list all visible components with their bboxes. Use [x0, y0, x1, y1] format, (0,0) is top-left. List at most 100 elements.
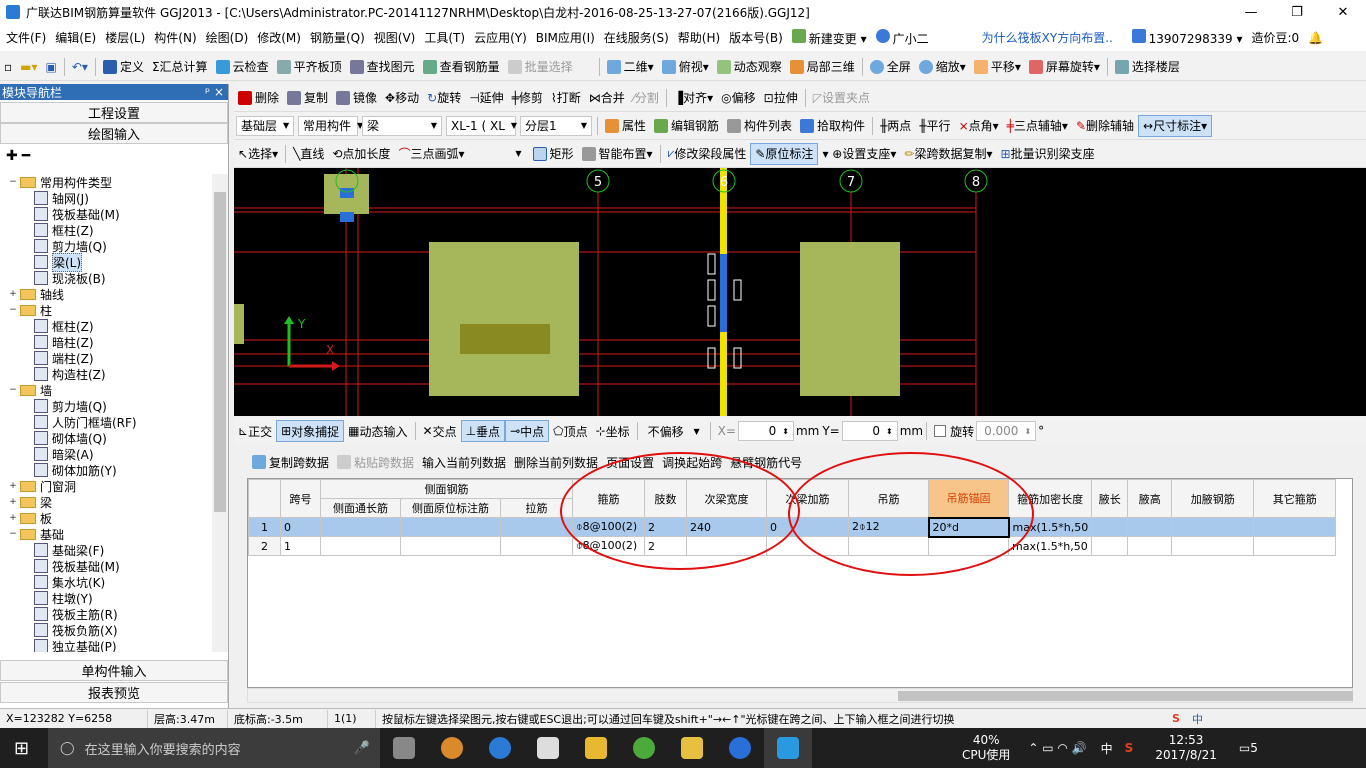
fullscreen-button[interactable]: 全屏 — [866, 56, 915, 78]
cell-haunch-length[interactable] — [1091, 517, 1129, 537]
col-side-through[interactable]: 侧面通长筋 — [320, 498, 401, 518]
section-project-settings[interactable]: 工程设置 — [0, 102, 228, 123]
menu-component[interactable]: 构件(N) — [148, 29, 199, 46]
vertex-snap[interactable]: ⬠ 顶点 — [549, 420, 591, 442]
cloud-check-button[interactable]: 云检查 — [212, 56, 273, 78]
select-floor-button[interactable]: 选择楼层 — [1111, 56, 1184, 78]
floor-select[interactable]: 基础层 ▼ — [236, 115, 294, 136]
dynamic-view-button[interactable]: 动态观察 — [713, 56, 786, 78]
menu-bim[interactable]: BIM应用(I) — [530, 29, 598, 46]
undo-icon[interactable]: ↶▾ — [68, 56, 92, 78]
menu-draw[interactable]: 绘图(D) — [200, 29, 252, 46]
find-element-button[interactable]: 查找图元 — [346, 56, 419, 78]
edit-rebar-button[interactable]: 编辑钢筋 — [650, 115, 723, 137]
tree-item[interactable]: 梁(L) — [0, 252, 212, 272]
tree-scrollbar[interactable] — [212, 174, 228, 652]
pick-component-button[interactable]: 拾取构件 — [796, 115, 869, 137]
tree-item[interactable]: − 常用构件类型 — [0, 174, 212, 190]
break-button[interactable]: ⌇ 打断 — [547, 87, 585, 109]
col-side-original[interactable]: 侧面原位标注筋 — [400, 498, 501, 518]
question-link[interactable]: 为什么筏板XY方向布置.. — [976, 29, 1126, 46]
intersect-snap[interactable]: ✕ 交点 — [419, 420, 461, 442]
component-list-button[interactable]: 构件列表 — [723, 115, 796, 137]
offset-button[interactable]: ◎ 偏移 — [717, 87, 760, 109]
section-single-component[interactable]: 单构件输入 — [0, 660, 228, 681]
app-icon-1[interactable] — [428, 728, 476, 768]
comp-type-select[interactable]: 常用构件 ▼ — [298, 115, 363, 136]
tree-item[interactable]: 砌体加筋(Y) — [0, 462, 212, 478]
batch-support-button[interactable]: ⊞ 批量识别梁支座 — [997, 143, 1099, 165]
tree-item[interactable]: + 梁 — [0, 494, 212, 510]
menu-edit[interactable]: 编辑(E) — [49, 29, 99, 46]
delete-column-button[interactable]: 删除当前列数据 — [510, 451, 602, 473]
glodon-g-icon[interactable] — [716, 728, 764, 768]
tree-item[interactable]: 剪力墙(Q) — [0, 238, 212, 254]
sum-button[interactable]: Σ 汇总计算 — [148, 56, 212, 78]
tree-item[interactable]: 框柱(Z) — [0, 222, 212, 238]
tree-item[interactable]: 集水坑(K) — [0, 574, 212, 590]
tree-item[interactable]: 暗柱(Z) — [0, 334, 212, 350]
rectangle-button[interactable]: 矩形 — [529, 143, 578, 165]
notification-icon[interactable]: ▭5 — [1239, 741, 1258, 755]
cell-other-stirrup[interactable] — [1253, 536, 1337, 556]
rotate-input[interactable]: 0.000 ⬍ — [976, 421, 1037, 441]
stretch-button[interactable]: ⊡ 拉伸 — [760, 87, 802, 109]
cell-haunch-height[interactable] — [1127, 517, 1173, 537]
expand-icon[interactable]: + — [8, 289, 18, 299]
tree-item[interactable]: 现浇板(B) — [0, 270, 212, 286]
cell-haunch-rebar[interactable] — [1171, 536, 1255, 556]
parallel-button[interactable]: ╫ 平行 — [915, 115, 954, 137]
screen-rotate-button[interactable]: 屏幕旋转 ▾ — [1025, 56, 1104, 78]
paste-span-button[interactable]: 粘贴跨数据 — [333, 451, 418, 473]
menu-floor[interactable]: 楼层(L) — [99, 29, 148, 46]
menu-rebar[interactable]: 钢筋量(Q) — [304, 29, 368, 46]
cell-span-num[interactable]: 0 — [280, 517, 321, 537]
menu-view[interactable]: 视图(V) — [368, 29, 419, 46]
section-drawing-input[interactable]: 绘图输入 — [0, 123, 228, 144]
col-haunch-length[interactable]: 腋长 — [1091, 479, 1129, 518]
tree-item[interactable]: 剪力墙(Q) — [0, 398, 212, 414]
beam-type-select[interactable]: 梁 ▼ — [362, 115, 442, 136]
coordinate-snap[interactable]: ⊹ 坐标 — [592, 420, 634, 442]
x-input[interactable]: 0 ⬍ — [737, 421, 794, 441]
collapse-icon[interactable]: − — [8, 305, 18, 315]
tray-icons[interactable]: ⌃ ▭ ◠ 🔊 — [1028, 741, 1086, 755]
dimension-button[interactable]: ↔ 尺寸标注 ▾ — [1138, 114, 1213, 137]
bell-icon[interactable]: 🔔 — [1302, 31, 1326, 45]
trim-button[interactable]: ╪ 修剪 — [508, 87, 547, 109]
menu-modify[interactable]: 修改(M) — [251, 29, 304, 46]
rotate-checkbox[interactable] — [934, 425, 947, 437]
tree-item[interactable]: 基础梁(F) — [0, 542, 212, 558]
cell-side-through[interactable] — [320, 536, 401, 556]
extend-button[interactable]: ⊣ 延伸 — [465, 87, 507, 109]
close-button[interactable]: ✕ — [1320, 0, 1366, 24]
collapse-all-icon[interactable]: ━ — [22, 148, 30, 164]
tree-item[interactable]: − 基础 — [0, 526, 212, 542]
input-column-button[interactable]: 输入当前列数据 — [418, 451, 510, 473]
tree-item[interactable]: + 轴线 — [0, 286, 212, 302]
col-haunch-rebar[interactable]: 加腋钢筋 — [1171, 479, 1255, 518]
zoom-button[interactable]: 缩放 ▾ — [915, 56, 970, 78]
span-copy-button[interactable]: ✏ 梁跨数据复制 ▾ — [900, 143, 996, 165]
tree-item[interactable]: 筏板主筋(R) — [0, 606, 212, 622]
tray-lang[interactable]: 中 — [1101, 740, 1113, 757]
pin-close-icon[interactable]: ᵖ × — [205, 85, 228, 99]
tree-item[interactable]: 人防门框墙(RF) — [0, 414, 212, 430]
perpendicular-snap[interactable]: ⊥ 垂点 — [460, 420, 506, 442]
point-angle-button[interactable]: ⨯ 点角 ▾ — [955, 115, 1003, 137]
tree-item[interactable]: 筏板负筋(X) — [0, 622, 212, 638]
user-account[interactable]: 13907298339 ▾ — [1126, 29, 1246, 46]
store-icon[interactable] — [524, 728, 572, 768]
view-2d-combo[interactable]: 二维 ▾ — [603, 56, 658, 78]
tree-item[interactable]: 端柱(Z) — [0, 350, 212, 366]
tree-item[interactable]: 筏板基础(M) — [0, 558, 212, 574]
cell-side-original[interactable] — [400, 517, 501, 537]
point-length-button[interactable]: ⟲ 点加长度 — [328, 143, 394, 165]
menu-help[interactable]: 帮助(H) — [672, 29, 723, 46]
object-snap-toggle[interactable]: ⊞ 对象捕捉 — [276, 420, 345, 442]
tree-item[interactable]: − 墙 — [0, 382, 212, 398]
tree-item[interactable]: + 门窗洞 — [0, 478, 212, 494]
sogou-ime-icon[interactable]: S — [1166, 710, 1186, 728]
collapse-icon[interactable]: − — [8, 385, 18, 395]
three-point-axis-button[interactable]: ╪ 三点辅轴 ▾ — [1003, 115, 1072, 137]
